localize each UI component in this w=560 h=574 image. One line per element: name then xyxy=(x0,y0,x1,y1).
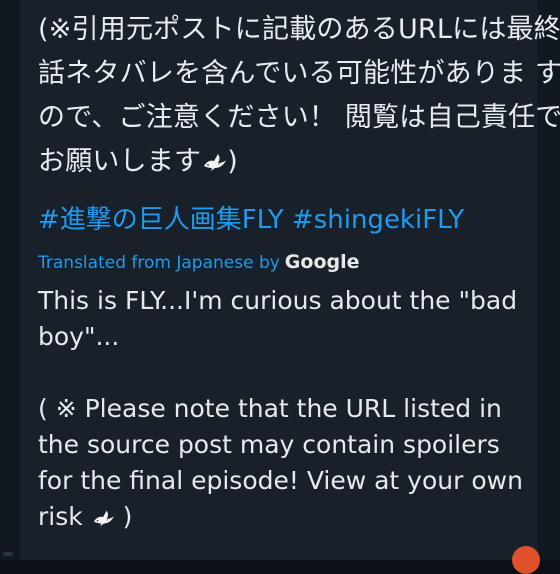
original-text-line: ので、ご注意ください！ 閲覧は自己責任で xyxy=(38,102,560,133)
left-panel-edge xyxy=(0,0,20,560)
original-text-closing: ) xyxy=(227,146,238,177)
left-indicator xyxy=(3,552,13,556)
translated-from-link[interactable]: Translated from Japanese by xyxy=(38,251,280,275)
hashtag-link-shingekifly[interactable]: #shingekiFLY xyxy=(292,205,464,235)
translated-paragraph-2: ( ※ Please note that the URL listed in t… xyxy=(38,391,532,535)
hashtag-row: #進撃の巨人画集FLY #shingekiFLY xyxy=(38,202,532,238)
original-text-line: お願いします xyxy=(38,146,202,177)
original-text-line: (※引用元ポストに記載のあるURLには最終 xyxy=(38,14,560,45)
dove-emoji-icon xyxy=(204,154,227,171)
translated-paragraph-2-closing: ) xyxy=(122,502,133,531)
dove-emoji-icon xyxy=(93,510,114,527)
original-text-line-last: お願いします) xyxy=(38,140,532,184)
translated-post-text: This is FLY...I'm curious about the "bad… xyxy=(38,283,532,535)
original-text-line: 話ネタバレを含んでいる可能性がありま す xyxy=(38,58,560,89)
post-content: (※引用元ポストに記載のあるURLには最終 話ネタバレを含んでいる可能性がありま… xyxy=(38,8,560,535)
original-post-text: (※引用元ポストに記載のあるURLには最終 話ネタバレを含んでいる可能性がありま… xyxy=(38,8,560,184)
hashtag-link-artbook[interactable]: #進撃の巨人画集FLY xyxy=(38,205,284,235)
post-card: (※引用元ポストに記載のあるURLには最終 話ネタバレを含んでいる可能性がありま… xyxy=(20,0,560,574)
avatar-badge[interactable] xyxy=(512,546,540,574)
google-logo: Google xyxy=(284,251,360,273)
translated-paragraph-1: This is FLY...I'm curious about the "bad… xyxy=(38,286,518,351)
translation-attribution: Translated from Japanese by Google xyxy=(38,250,532,275)
